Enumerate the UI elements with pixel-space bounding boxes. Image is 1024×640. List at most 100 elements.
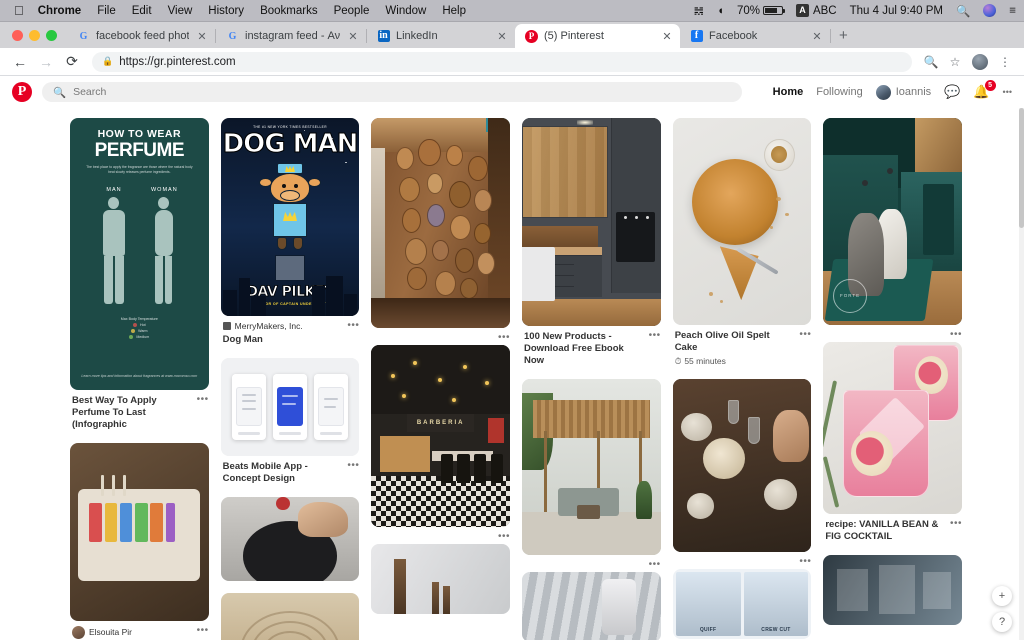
pin-card-patio[interactable]: ••• bbox=[522, 378, 661, 570]
pin-image[interactable] bbox=[672, 378, 812, 552]
pin-image[interactable] bbox=[371, 544, 511, 614]
pin-card-hairstyles[interactable]: QUIFF CREW CUT bbox=[672, 568, 812, 639]
pin-options-icon[interactable]: ••• bbox=[799, 556, 811, 567]
pin-card-log-wall[interactable]: ••• bbox=[371, 118, 511, 343]
nav-following[interactable]: Following bbox=[816, 86, 862, 98]
browser-tab-facebook-search[interactable]: G facebook feed photo - Αναζήτη ✕ bbox=[67, 24, 215, 48]
pin-image[interactable]: HOW TO WEAR PERFUME The best place to ap… bbox=[70, 118, 209, 390]
menu-item-window[interactable]: Window bbox=[385, 5, 426, 17]
pin-options-icon[interactable]: ••• bbox=[197, 625, 209, 636]
bookmark-star-icon[interactable]: ☆ bbox=[944, 51, 966, 73]
spotlight-search-icon[interactable]: 🔍 bbox=[956, 4, 970, 18]
pin-card-gray-room[interactable] bbox=[371, 544, 511, 614]
pin-card-peach-cake[interactable]: Peach Olive Oil Spelt Cake ⏱ 55 minutes … bbox=[672, 118, 812, 367]
input-source-indicator[interactable]: A ABC bbox=[795, 4, 837, 17]
page-scrollbar[interactable] bbox=[1019, 108, 1024, 640]
close-icon[interactable]: ✕ bbox=[346, 30, 360, 43]
pin-attribution[interactable]: MerryMakers, Inc. bbox=[222, 321, 358, 331]
pin-card-fig-cocktail[interactable]: recipe: VANILLA BEAN & FIG COCKTAIL ••• bbox=[823, 342, 963, 543]
chrome-profile-avatar[interactable] bbox=[972, 53, 988, 70]
user-profile-link[interactable]: Ioannis bbox=[875, 84, 931, 100]
menu-item-people[interactable]: People bbox=[334, 5, 370, 17]
pin-image[interactable] bbox=[522, 571, 661, 640]
window-traffic-lights[interactable] bbox=[8, 30, 67, 48]
forward-button[interactable]: → bbox=[34, 50, 58, 74]
pin-attribution[interactable]: Elsouita Pir bbox=[72, 625, 207, 639]
pin-image[interactable] bbox=[371, 118, 511, 328]
close-icon[interactable]: ✕ bbox=[195, 30, 209, 43]
pin-image[interactable]: FORTE bbox=[823, 118, 963, 325]
new-tab-button[interactable]: + bbox=[831, 27, 856, 48]
pin-image[interactable]: THE #1 NEW YORK TIMES BESTSELLER DOG MAN bbox=[220, 118, 360, 316]
pin-image[interactable]: BARBERIA bbox=[371, 345, 511, 527]
nav-home[interactable]: Home bbox=[773, 86, 804, 98]
back-button[interactable]: ← bbox=[8, 50, 32, 74]
messages-icon[interactable]: 💬 bbox=[944, 84, 960, 100]
search-page-icon[interactable]: 🔍 bbox=[920, 51, 942, 73]
browser-tab-linkedin[interactable]: in LinkedIn ✕ bbox=[367, 24, 515, 48]
pin-card-stairs[interactable] bbox=[522, 571, 661, 640]
menu-item-edit[interactable]: Edit bbox=[132, 5, 152, 17]
pin-card-dogman[interactable]: THE #1 NEW YORK TIMES BESTSELLER DOG MAN bbox=[220, 118, 360, 346]
battery-status[interactable]: 70% bbox=[737, 5, 785, 17]
pin-image[interactable] bbox=[522, 118, 661, 326]
menu-item-view[interactable]: View bbox=[168, 5, 193, 17]
minimize-window-button[interactable] bbox=[29, 30, 40, 41]
wifi-icon[interactable]: ◖ bbox=[717, 5, 724, 17]
pin-options-icon[interactable]: ••• bbox=[197, 394, 209, 405]
pin-card-jake-cake[interactable]: Elsouita Pir Cakes ••• bbox=[70, 442, 209, 640]
chrome-menu-icon[interactable]: ⋮ bbox=[994, 51, 1016, 73]
address-bar[interactable]: 🔒 https://gr.pinterest.com bbox=[92, 51, 912, 72]
maximize-window-button[interactable] bbox=[46, 30, 57, 41]
pin-image[interactable] bbox=[522, 378, 661, 555]
pin-options-icon[interactable]: ••• bbox=[950, 518, 962, 529]
siri-icon[interactable] bbox=[983, 4, 997, 17]
pin-image[interactable] bbox=[672, 118, 812, 325]
pin-card-dinner-table[interactable]: ••• bbox=[672, 378, 812, 567]
pin-image[interactable] bbox=[220, 357, 360, 456]
pin-card-glass-building[interactable] bbox=[823, 554, 963, 625]
pin-card-beats-app[interactable]: Beats Mobile App - Concept Design ••• bbox=[220, 357, 360, 485]
pinterest-logo-icon[interactable]: P bbox=[12, 82, 32, 102]
more-options-icon[interactable]: ••• bbox=[1003, 87, 1012, 97]
close-icon[interactable]: ✕ bbox=[660, 30, 674, 43]
clock[interactable]: Thu 4 Jul 9:40 PM bbox=[850, 5, 943, 17]
pin-options-icon[interactable]: ••• bbox=[347, 320, 359, 331]
bell-icon[interactable]: 🔔 5 bbox=[973, 80, 996, 100]
pin-card-rope-basket[interactable] bbox=[220, 592, 360, 640]
browser-tab-pinterest[interactable]: P (5) Pinterest ✕ bbox=[515, 24, 680, 48]
pin-card-ebook-kitchen[interactable]: 100 New Products - Download Free Ebook N… bbox=[522, 118, 661, 367]
pin-card-tire-craft[interactable] bbox=[220, 496, 360, 581]
browser-tab-facebook[interactable]: f Facebook ✕ bbox=[680, 24, 830, 48]
close-icon[interactable]: ✕ bbox=[495, 30, 509, 43]
menu-item-bookmarks[interactable]: Bookmarks bbox=[260, 5, 318, 17]
close-window-button[interactable] bbox=[12, 30, 23, 41]
menu-item-chrome[interactable]: Chrome bbox=[38, 5, 81, 17]
pin-options-icon[interactable]: ••• bbox=[347, 460, 359, 471]
help-button[interactable]: ? bbox=[992, 612, 1012, 632]
control-center-icon[interactable]: ≡ bbox=[1009, 5, 1016, 17]
pin-card-perfume[interactable]: HOW TO WEAR PERFUME The best place to ap… bbox=[70, 118, 209, 431]
menu-item-help[interactable]: Help bbox=[442, 5, 466, 17]
pin-options-icon[interactable]: ••• bbox=[950, 329, 962, 340]
menu-item-file[interactable]: File bbox=[97, 5, 116, 17]
pin-options-icon[interactable]: ••• bbox=[649, 559, 661, 570]
pin-image[interactable]: QUIFF CREW CUT bbox=[672, 568, 812, 639]
pin-options-icon[interactable]: ••• bbox=[498, 332, 510, 343]
pin-image[interactable] bbox=[220, 496, 360, 581]
menu-item-history[interactable]: History bbox=[208, 5, 244, 17]
reload-button[interactable]: ⟳ bbox=[60, 50, 84, 74]
pin-card-green-office[interactable]: FORTE ••• bbox=[823, 118, 963, 340]
pinterest-search-field[interactable]: 🔍 Search bbox=[42, 82, 742, 102]
pin-card-barberia[interactable]: BARBERIA ••• bbox=[371, 345, 511, 542]
pin-options-icon[interactable]: ••• bbox=[498, 531, 510, 542]
create-pin-button[interactable]: + bbox=[992, 586, 1012, 606]
bluetooth-icon[interactable]: 𝌦 bbox=[694, 4, 704, 18]
pin-options-icon[interactable]: ••• bbox=[799, 329, 811, 340]
pin-image[interactable] bbox=[823, 342, 963, 514]
pin-image[interactable] bbox=[220, 592, 360, 640]
pin-options-icon[interactable]: ••• bbox=[649, 330, 661, 341]
pin-image[interactable] bbox=[70, 442, 209, 621]
close-icon[interactable]: ✕ bbox=[810, 30, 824, 43]
browser-tab-instagram-search[interactable]: G instagram feed - Αναζήτηση G ✕ bbox=[216, 24, 366, 48]
